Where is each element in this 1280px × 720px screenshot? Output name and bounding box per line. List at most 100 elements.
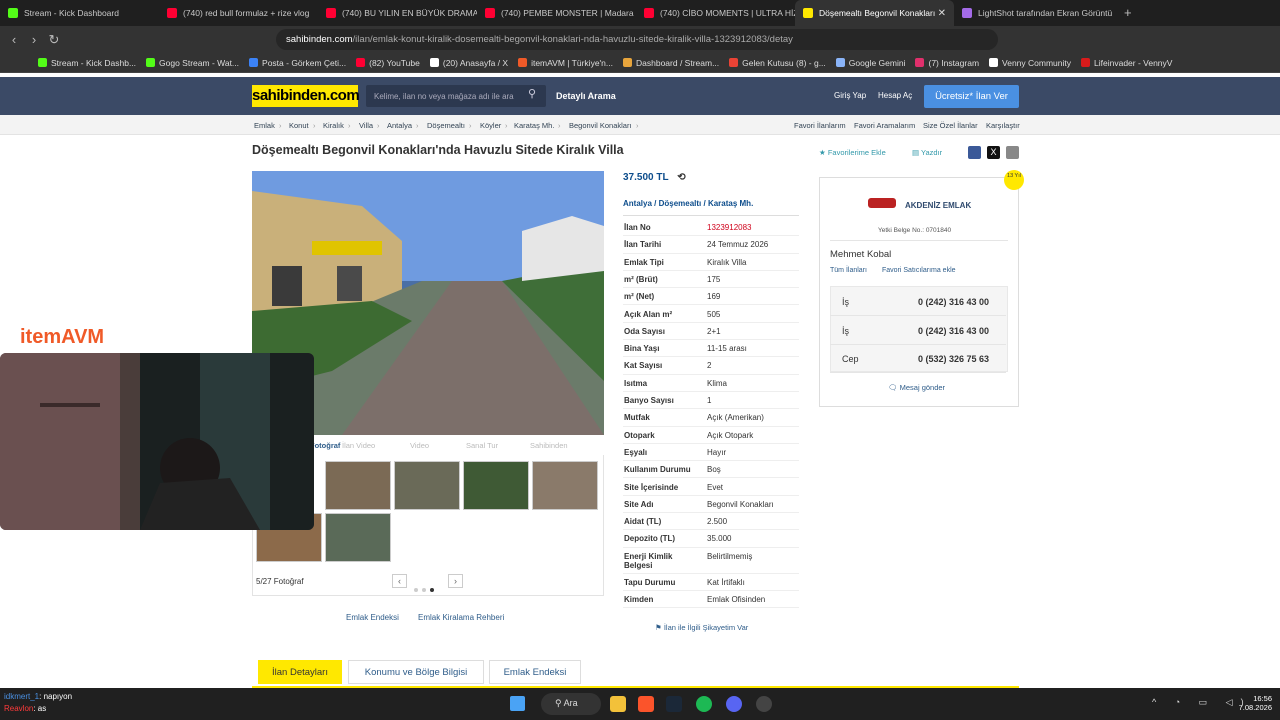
favorite-add-link[interactable]: ★ Favorilerime Ekle bbox=[819, 148, 886, 157]
taskbar-search[interactable]: ⚲ Ara bbox=[541, 693, 601, 715]
location-district[interactable]: Döşemealtı bbox=[659, 199, 702, 208]
detail-row: Oda Sayısı 2+1 bbox=[623, 323, 799, 341]
search-icon[interactable]: ⚲ bbox=[528, 87, 536, 100]
phone-number[interactable]: 0 (242) 316 43 00 bbox=[918, 326, 989, 336]
breadcrumb-item[interactable]: Kiralık bbox=[323, 121, 344, 130]
phone-number[interactable]: 0 (532) 326 75 63 bbox=[918, 354, 989, 364]
print-link[interactable]: ▤ Yazdır bbox=[912, 148, 942, 157]
email-share-icon[interactable] bbox=[1006, 146, 1019, 159]
login-link[interactable]: Giriş Yap bbox=[834, 91, 866, 100]
bookmark-icon bbox=[835, 58, 845, 67]
register-link[interactable]: Hesap Aç bbox=[878, 91, 912, 100]
bookmark-item[interactable]: Venny Community bbox=[989, 58, 1071, 68]
site-header: sahibinden.com Kelime, ilan no veya mağa… bbox=[0, 77, 1280, 115]
detail-key: m² (Brüt) bbox=[624, 274, 658, 284]
url-path: /ilan/emlak-konut-kiralik-dosemealti-beg… bbox=[352, 34, 793, 45]
send-message-link[interactable]: 🗨 Mesaj gönder bbox=[888, 383, 945, 392]
media-tab[interactable]: Fotoğraf bbox=[310, 441, 340, 450]
browser-tab[interactable]: LightShot tarafından Ekran Görüntü bbox=[954, 0, 1113, 26]
detail-row: Açık Alan m² 505 bbox=[623, 306, 799, 323]
browser-tab[interactable]: (740) PEMBE MONSTER | Madara C bbox=[477, 0, 636, 26]
agency-name[interactable]: AKDENİZ EMLAK bbox=[905, 201, 971, 210]
phone-type: İş bbox=[842, 297, 850, 307]
site-search-input[interactable]: Kelime, ilan no veya mağaza adı ile ara bbox=[366, 85, 546, 107]
user-shortcut-link[interactable]: Favori İlanlarım bbox=[794, 121, 846, 130]
close-tab-icon[interactable]: ✕ bbox=[938, 8, 946, 19]
forward-icon[interactable]: › bbox=[24, 32, 44, 47]
tab-label: (740) PEMBE MONSTER | Madara C bbox=[501, 8, 636, 18]
brave-browser-icon[interactable] bbox=[638, 696, 654, 712]
spotify-icon[interactable] bbox=[696, 696, 712, 712]
new-tab-button[interactable]: + bbox=[1124, 5, 1132, 20]
file-explorer-icon[interactable] bbox=[610, 696, 626, 712]
browser-tab[interactable]: Stream - Kick Dashboard bbox=[0, 0, 159, 26]
tab-location-info[interactable]: Konumu ve Bölge Bilgisi bbox=[348, 660, 484, 684]
browser-tab[interactable]: (740) CİBO MOMENTS | ULTRA HİZ bbox=[636, 0, 795, 26]
bookmark-item[interactable]: (20) Anasayfa / X bbox=[429, 58, 508, 68]
bookmark-item[interactable]: Posta - Görkem Çeti... bbox=[249, 58, 346, 68]
bookmark-item[interactable]: Stream - Kick Dashb... bbox=[38, 58, 136, 68]
free-ad-button[interactable]: Ücretsiz* İlan Ver bbox=[924, 85, 1019, 108]
facebook-icon[interactable] bbox=[968, 146, 981, 159]
bookmark-item[interactable]: Google Gemini bbox=[835, 58, 905, 68]
breadcrumb-item[interactable]: Antalya bbox=[387, 121, 412, 130]
tray-icons[interactable]: ^ ◔ ▭ ◁) bbox=[1152, 697, 1252, 708]
price-history-icon[interactable]: ⟲ bbox=[677, 172, 685, 183]
detail-row: m² (Net) 169 bbox=[623, 288, 799, 306]
obs-icon[interactable] bbox=[756, 696, 772, 712]
breadcrumb-item[interactable]: Döşemealtı bbox=[427, 121, 465, 130]
rental-guide-link[interactable]: Emlak Kiralama Rehberi bbox=[418, 613, 504, 622]
url-field[interactable]: sahibinden.com/ilan/emlak-konut-kiralik-… bbox=[276, 29, 998, 50]
media-tab[interactable]: Sanal Tur bbox=[466, 441, 498, 450]
bookmark-item[interactable]: Gelen Kutusu (8) - g... bbox=[729, 58, 826, 68]
bookmark-icon bbox=[38, 58, 47, 67]
breadcrumb-item[interactable]: Karataş Mh. bbox=[514, 121, 554, 130]
bookmark-item[interactable]: Lifeinvader - VennyV bbox=[1081, 58, 1172, 68]
bookmark-item[interactable]: itemAVM | Türkiye'n... bbox=[518, 58, 613, 68]
location-city[interactable]: Antalya bbox=[623, 199, 652, 208]
bookmark-item[interactable]: (7) Instagram bbox=[915, 58, 979, 68]
emlak-endeksi-link[interactable]: Emlak Endeksi bbox=[346, 613, 399, 622]
tab-listing-details[interactable]: İlan Detayları bbox=[258, 660, 342, 684]
fav-seller-link[interactable]: Favori Satıcılarıma ekle bbox=[882, 267, 956, 274]
steam-icon[interactable] bbox=[666, 696, 682, 712]
media-tab[interactable]: Sahibinden bbox=[530, 441, 568, 450]
detail-value: Evet bbox=[707, 482, 724, 492]
detail-row: Isıtma Klima bbox=[623, 375, 799, 392]
x-share-icon[interactable]: X bbox=[987, 146, 1000, 159]
breadcrumb-item[interactable]: Villa bbox=[359, 121, 373, 130]
bookmark-label: Venny Community bbox=[1002, 57, 1072, 68]
detailed-search-link[interactable]: Detaylı Arama bbox=[556, 91, 616, 101]
bookmark-item[interactable]: Dashboard / Stream... bbox=[623, 58, 719, 68]
media-tab[interactable]: İlan Video bbox=[342, 441, 375, 450]
browser-tab[interactable]: (740) BU YILIN EN BÜYÜK DRAMAS bbox=[318, 0, 477, 26]
bookmark-item[interactable]: Gogo Stream - Wat... bbox=[146, 58, 239, 68]
breadcrumb-item[interactable]: Köyler bbox=[480, 121, 501, 130]
detail-value: 505 bbox=[707, 309, 721, 319]
browser-tab[interactable]: (740) red bull formulaz + rize vlog bbox=[159, 0, 318, 26]
breadcrumb-item[interactable]: Emlak bbox=[254, 121, 275, 130]
all-ads-link[interactable]: Tüm İlanları bbox=[830, 267, 867, 274]
breadcrumb-item[interactable]: Konut bbox=[289, 121, 309, 130]
bookmark-item[interactable]: (82) YouTube bbox=[356, 58, 420, 68]
user-shortcut-link[interactable]: Karşılaştır bbox=[986, 121, 1020, 130]
browser-tab[interactable]: Döşemealtı Begonvil Konakları ✕ bbox=[795, 0, 954, 26]
user-shortcut-link[interactable]: Favori Aramalarım bbox=[854, 121, 915, 130]
bookmark-label: Lifeinvader - VennyV bbox=[1094, 57, 1173, 68]
user-shortcut-link[interactable]: Size Özel İlanlar bbox=[923, 121, 978, 130]
tab-emlak-endeksi[interactable]: Emlak Endeksi bbox=[489, 660, 581, 684]
site-logo[interactable]: sahibinden.com bbox=[252, 85, 360, 107]
phone-number[interactable]: 0 (242) 316 43 00 bbox=[918, 297, 989, 307]
back-icon[interactable]: ‹ bbox=[4, 32, 24, 47]
bookmark-icon bbox=[623, 58, 632, 67]
bookmark-label: Gogo Stream - Wat... bbox=[159, 57, 240, 68]
price-value: 37.500 TL bbox=[623, 172, 669, 183]
reload-icon[interactable]: ↻ bbox=[44, 32, 64, 48]
discord-icon[interactable] bbox=[726, 696, 742, 712]
location-neighborhood[interactable]: Karataş Mh. bbox=[708, 199, 753, 208]
complaint-link[interactable]: ⚑ İlan ile İlgili Şikayetim Var bbox=[655, 623, 748, 632]
start-icon[interactable] bbox=[510, 696, 525, 711]
bookmark-label: Gelen Kutusu (8) - g... bbox=[742, 57, 826, 68]
media-tab[interactable]: Video bbox=[410, 441, 429, 450]
breadcrumb-item[interactable]: Begonvil Konakları bbox=[569, 121, 632, 130]
